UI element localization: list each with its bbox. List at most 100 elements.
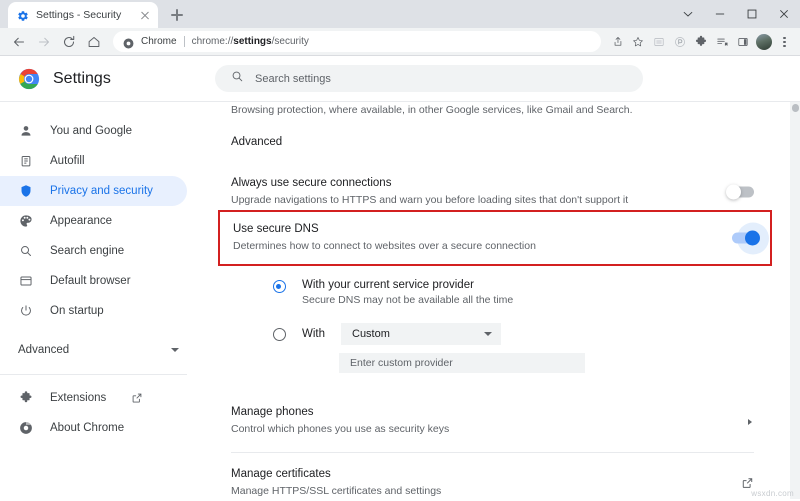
settings-body: You and Google Autofill Privacy and secu…: [0, 102, 800, 499]
dns-option-custom[interactable]: With Custom: [273, 323, 754, 345]
dns-option-current-provider[interactable]: With your current service provider Secur…: [273, 279, 754, 306]
minimize-icon[interactable]: [704, 0, 736, 28]
back-arrow-icon[interactable]: [7, 30, 31, 54]
chrome-logo-icon: [18, 68, 40, 90]
profile-avatar[interactable]: [756, 34, 772, 50]
chevron-down-icon: [484, 332, 492, 336]
bookmark-star-icon[interactable]: [628, 32, 648, 52]
dns-provider-select-value: Custom: [352, 328, 390, 340]
sidebar-item-label: About Chrome: [50, 422, 124, 434]
three-dot-menu-icon[interactable]: [775, 32, 793, 52]
search-input[interactable]: Search settings: [215, 65, 643, 92]
search-icon: [231, 70, 244, 88]
row-subtitle: Upgrade navigations to HTTPS and warn yo…: [231, 193, 754, 209]
radio-unselected-icon[interactable]: [273, 328, 286, 341]
content-scrollbar[interactable]: [790, 102, 800, 499]
maximize-icon[interactable]: [736, 0, 768, 28]
tab-strip: Settings - Security: [0, 0, 800, 28]
chevron-right-icon: [748, 419, 752, 425]
row-title: Always use secure connections: [231, 175, 754, 192]
always-secure-connections-toggle[interactable]: [728, 187, 754, 198]
radio-selected-icon[interactable]: [273, 280, 286, 293]
extensions-puzzle-icon[interactable]: [691, 32, 711, 52]
dns-option-sublabel: Secure DNS may not be available all the …: [302, 294, 513, 306]
toggle-track: [732, 233, 758, 244]
settings-brand: Settings: [0, 68, 215, 90]
sidebar-item-advanced[interactable]: Advanced: [0, 334, 215, 366]
browser-window: Settings - Security: [0, 0, 800, 501]
media-cast-icon[interactable]: [649, 32, 669, 52]
share-icon[interactable]: [607, 32, 627, 52]
truncated-description: Browsing protection, where available, in…: [231, 102, 754, 116]
search-placeholder: Search settings: [255, 73, 331, 85]
sidebar-item-on-startup[interactable]: On startup: [0, 296, 187, 326]
sidebar-item-extensions[interactable]: Extensions: [0, 383, 187, 413]
sidebar-item-appearance[interactable]: Appearance: [0, 206, 187, 236]
row-manage-certificates[interactable]: Manage certificates Manage HTTPS/SSL cer…: [231, 453, 754, 499]
row-subtitle: Control which phones you use as security…: [231, 422, 754, 438]
forward-arrow-icon[interactable]: [32, 30, 56, 54]
chevron-down-icon[interactable]: [672, 0, 704, 28]
toggle-knob: [745, 231, 760, 246]
external-link-icon: [741, 477, 754, 490]
window-controls: [672, 0, 800, 28]
browser-toolbar: Chrome chrome://settings/security: [0, 28, 800, 56]
sidebar-item-default-browser[interactable]: Default browser: [0, 266, 187, 296]
sidebar-item-you-and-google[interactable]: You and Google: [0, 116, 187, 146]
reload-icon[interactable]: [57, 30, 81, 54]
sidebar-item-about-chrome[interactable]: About Chrome: [0, 413, 187, 443]
address-bar[interactable]: Chrome chrome://settings/security: [113, 31, 601, 52]
browser-window-icon: [18, 273, 34, 289]
omnibox-divider: [184, 36, 185, 47]
row-subtitle: Manage HTTPS/SSL certificates and settin…: [231, 484, 754, 499]
sidebar-item-label: Appearance: [50, 215, 112, 227]
sidebar-item-label: Privacy and security: [50, 185, 153, 197]
sidebar-item-label: Search engine: [50, 245, 124, 257]
circle-badge-icon[interactable]: [670, 32, 690, 52]
security-card-inner: Browsing protection, where available, in…: [215, 102, 790, 499]
puzzle-icon: [18, 390, 34, 406]
toggle-track: [728, 187, 754, 198]
use-secure-dns-row-highlighted[interactable]: Use secure DNS Determines how to connect…: [218, 210, 772, 266]
settings-sidebar: You and Google Autofill Privacy and secu…: [0, 102, 215, 499]
sidebar-item-autofill[interactable]: Autofill: [0, 146, 187, 176]
person-icon: [18, 123, 34, 139]
new-tab-button[interactable]: [164, 2, 190, 28]
dns-options-group: With your current service provider Secur…: [231, 267, 754, 377]
sidebar-item-label: On startup: [50, 305, 104, 317]
dns-option-label: With: [302, 328, 325, 340]
close-icon[interactable]: [138, 8, 152, 22]
sidebar-item-label: Default browser: [50, 275, 131, 287]
settings-gear-icon: [17, 9, 29, 21]
advanced-section-label: Advanced: [231, 116, 754, 162]
spacer: [231, 377, 754, 391]
side-panel-icon[interactable]: [733, 32, 753, 52]
sidebar-advanced-label: Advanced: [18, 344, 69, 356]
row-manage-phones[interactable]: Manage phones Control which phones you u…: [231, 391, 754, 452]
home-icon[interactable]: [82, 30, 106, 54]
toggle-knob: [726, 185, 741, 200]
sidebar-item-label: Autofill: [50, 155, 85, 167]
dns-option-label: With your current service provider: [302, 279, 513, 291]
row-title: Manage certificates: [231, 466, 754, 483]
close-window-icon[interactable]: [768, 0, 800, 28]
sidebar-item-label: Extensions: [50, 392, 106, 404]
omnibox-scheme-label: Chrome: [141, 36, 177, 47]
use-secure-dns-toggle[interactable]: [732, 233, 758, 244]
dns-row-title: Use secure DNS: [233, 221, 758, 238]
magnifier-icon: [18, 243, 34, 259]
sidebar-divider: [0, 374, 187, 375]
custom-provider-placeholder: Enter custom provider: [350, 357, 453, 369]
reading-list-icon[interactable]: [712, 32, 732, 52]
external-link-icon: [131, 392, 143, 404]
scrollbar-thumb[interactable]: [792, 104, 799, 112]
sidebar-item-privacy-and-security[interactable]: Privacy and security: [0, 176, 187, 206]
custom-provider-input[interactable]: Enter custom provider: [339, 353, 585, 373]
chrome-circle-icon: [18, 420, 34, 436]
clipboard-icon: [18, 153, 34, 169]
watermark: wsxdn.com: [751, 489, 794, 498]
dns-provider-select[interactable]: Custom: [341, 323, 501, 345]
browser-tab[interactable]: Settings - Security: [8, 2, 158, 28]
settings-search-area: Search settings: [215, 65, 800, 92]
sidebar-item-search-engine[interactable]: Search engine: [0, 236, 187, 266]
